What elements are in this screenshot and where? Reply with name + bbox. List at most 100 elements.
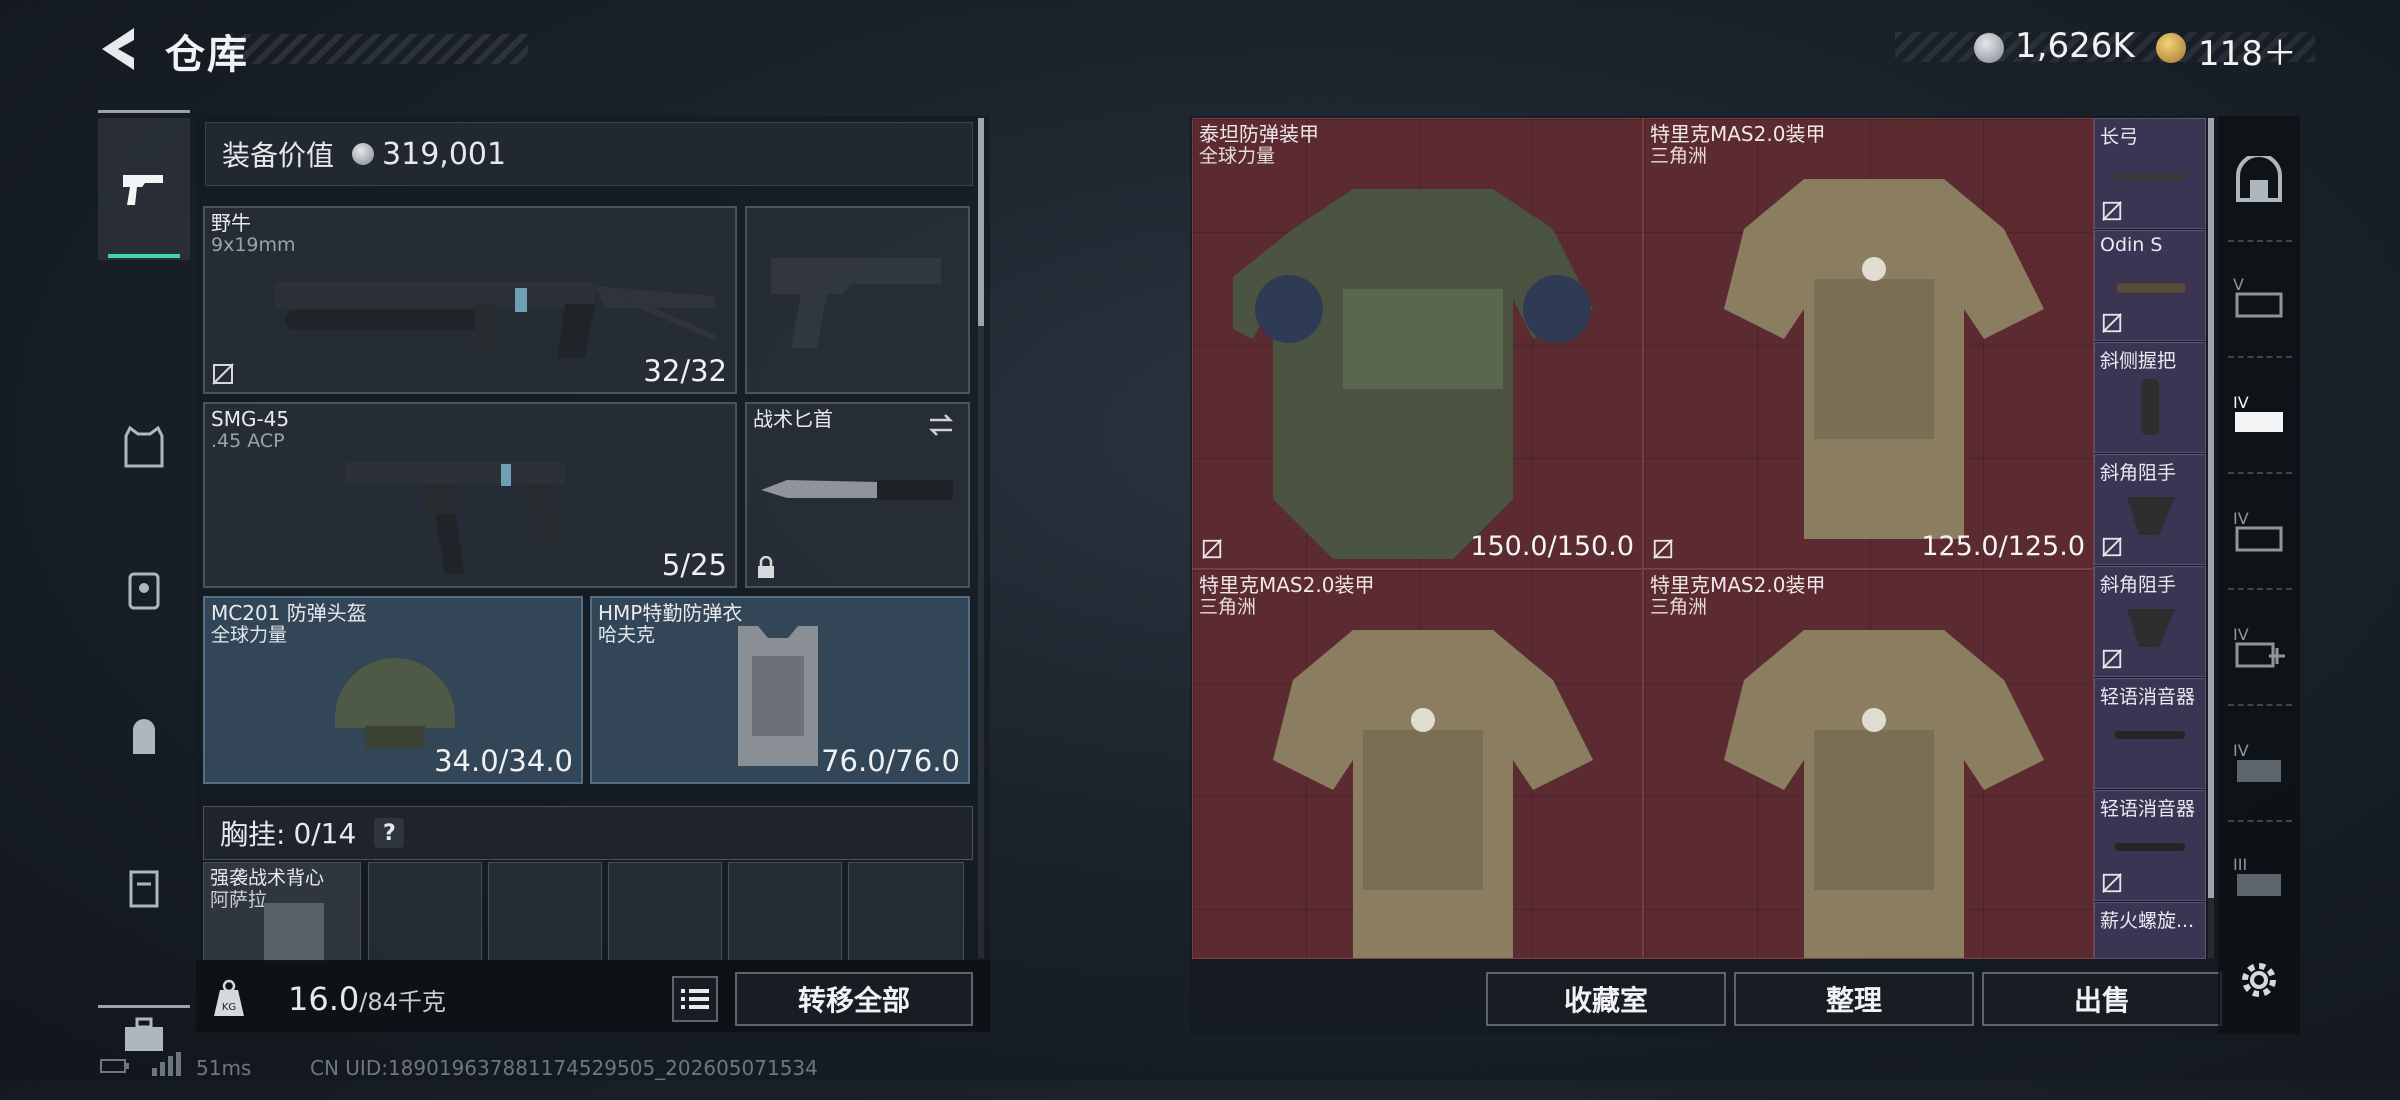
collection-room-button[interactable]: 收藏室 <box>1486 972 1726 1026</box>
storage-small-item[interactable]: 薪火螺旋... <box>2094 902 2206 959</box>
backpack-icon <box>133 719 155 754</box>
weight-current: 16.0 <box>288 980 360 1018</box>
no-insure-icon <box>2102 649 2122 669</box>
nav-case[interactable] <box>98 823 190 953</box>
svg-text:IV: IV <box>2233 393 2249 412</box>
settings-button[interactable] <box>2218 920 2300 1040</box>
chest-rig-empty-slot[interactable] <box>488 862 602 962</box>
nav-rig[interactable] <box>98 525 190 655</box>
item-name: 野牛 <box>211 211 251 235</box>
equipment-value-header: 装备价值 319,001 <box>205 122 973 186</box>
tab-tier-iv-medical[interactable]: IV <box>2218 592 2300 702</box>
body-armor-slot[interactable]: HMP特勤防弹衣 哈夫克 76.0/76.0 <box>590 596 970 784</box>
chest-rig-icon <box>128 572 160 610</box>
tab-tier-iv-crate[interactable]: IV <box>2218 360 2300 470</box>
nav-toolbox[interactable] <box>98 970 190 1100</box>
item-name: Odin S <box>2100 234 2163 256</box>
no-insure-icon <box>2102 873 2122 893</box>
storage-armor-item[interactable]: 特里克MAS2.0装甲 三角洲 <box>1643 569 2094 959</box>
chest-rig-item-slot[interactable]: 强袭战术背心 阿萨拉 <box>203 862 361 963</box>
swap-icon[interactable] <box>926 412 956 438</box>
lock-icon <box>758 556 774 578</box>
handstop-image <box>2127 609 2175 647</box>
back-arrow-icon[interactable] <box>98 24 142 74</box>
list-view-button[interactable] <box>672 976 718 1022</box>
left-scrollbar-thumb[interactable] <box>978 118 984 326</box>
chest-rig-empty-slot[interactable] <box>728 862 842 962</box>
tier-iii-box-icon: III <box>2233 855 2281 896</box>
no-insure-icon <box>1202 539 1222 559</box>
silver-coin-icon <box>352 143 375 165</box>
pistol-silhouette-icon <box>771 258 941 348</box>
sort-button[interactable]: 整理 <box>1734 972 1974 1026</box>
weight-icon: KG <box>214 979 244 1016</box>
uid-readout: CN UID:1890196378811745295​05_2026050715… <box>310 1056 818 1080</box>
toolbox-icon <box>125 1017 163 1051</box>
item-name: MC201 防弹头盔 <box>211 601 367 625</box>
help-icon[interactable]: ? <box>374 818 405 848</box>
nav-backpack[interactable] <box>98 673 190 803</box>
no-insure-icon <box>2102 537 2122 557</box>
helmet-slot[interactable]: MC201 防弹头盔 全球力量 34.0/34.0 <box>203 596 583 784</box>
svg-text:IV: IV <box>2233 509 2249 528</box>
storage-small-item[interactable]: 斜角阻手 <box>2094 566 2206 677</box>
item-ammo: .45 ACP <box>211 430 285 452</box>
storage-armor-item[interactable]: 特里克MAS2.0装甲 三角洲 125.0/125.0 <box>1643 118 2094 569</box>
tab-armory[interactable] <box>2218 124 2300 234</box>
storage-small-item[interactable]: 轻语消音器 <box>2094 678 2206 789</box>
ping-readout: 51ms <box>196 1056 252 1080</box>
storage-scrollbar-thumb[interactable] <box>2208 118 2214 898</box>
nav-armor[interactable] <box>98 382 190 512</box>
secondary-weapon-slot[interactable]: SMG-45 .45 ACP 5/25 <box>203 402 737 588</box>
gold-currency-value[interactable]: 118＋ <box>2198 26 2297 75</box>
melee-slot[interactable]: 战术匕首 <box>745 402 970 588</box>
armory-icon <box>2236 156 2282 202</box>
storage-small-item[interactable]: 轻语消音器 <box>2094 790 2206 901</box>
storage-small-item[interactable]: 斜角阻手 <box>2094 454 2206 565</box>
chest-rig-empty-slot[interactable] <box>368 862 482 962</box>
gear-icon <box>2242 963 2276 997</box>
tab-tier-v-box[interactable]: V <box>2218 242 2300 352</box>
smg45-image <box>345 462 565 574</box>
item-name: 轻语消音器 <box>2100 798 2196 820</box>
sidearm-slot-empty[interactable] <box>745 206 970 394</box>
item-durability: 125.0/125.0 <box>1921 531 2085 562</box>
plate-carrier-image <box>738 626 818 766</box>
tier-iv-crate-icon: IV <box>2233 393 2283 432</box>
chest-rig-label: 胸挂: <box>220 818 286 851</box>
storage-small-item[interactable]: 长弓 <box>2094 118 2206 229</box>
nav-divider <box>98 110 190 113</box>
no-insure-icon <box>2102 313 2122 333</box>
pistol-icon <box>123 175 163 205</box>
svg-text:KG: KG <box>222 1002 236 1013</box>
nav-weapons[interactable] <box>98 118 190 260</box>
tab-tier-iv-folder[interactable]: IV <box>2218 708 2300 818</box>
chest-rig-empty-slot[interactable] <box>848 862 964 962</box>
item-name: 长弓 <box>2100 126 2139 148</box>
mas2-armor-image <box>1724 630 2044 958</box>
storage-small-item[interactable]: Odin S <box>2094 230 2206 341</box>
title-decoration <box>226 34 528 64</box>
sell-button[interactable]: 出售 <box>1982 972 2222 1026</box>
chest-rig-empty-slot[interactable] <box>608 862 722 962</box>
grip-image <box>2141 379 2159 435</box>
storage-armor-item[interactable]: 泰坦防弹装甲 全球力量 150.0/150.0 <box>1192 118 1643 569</box>
primary-weapon-slot[interactable]: 野牛 9x19mm 32/32 <box>203 206 737 394</box>
transfer-all-button[interactable]: 转移全部 <box>735 972 973 1026</box>
tier-iv-medical-icon: IV <box>2233 625 2285 668</box>
item-brand: 哈夫克 <box>598 624 656 646</box>
item-ammo-count: 32/32 <box>643 354 727 388</box>
item-name: 斜侧握把 <box>2100 350 2177 372</box>
tab-tier-iv-box[interactable]: IV <box>2218 476 2300 586</box>
tab-tier-iii-box[interactable]: III <box>2218 822 2300 932</box>
tactical-knife-image <box>761 480 953 500</box>
item-name: 强袭战术背心 <box>210 867 325 889</box>
handstop-image <box>2127 497 2175 535</box>
tactical-vest-image <box>264 903 324 963</box>
storage-armor-item[interactable]: 特里克MAS2.0装甲 三角洲 <box>1192 569 1643 959</box>
storage-small-item[interactable]: 斜侧握把 <box>2094 342 2206 453</box>
svg-text:III: III <box>2233 855 2247 874</box>
item-name: 战术匕首 <box>753 407 833 431</box>
mas2-armor-image <box>1724 179 2044 539</box>
item-name: 轻语消音器 <box>2100 686 2196 708</box>
